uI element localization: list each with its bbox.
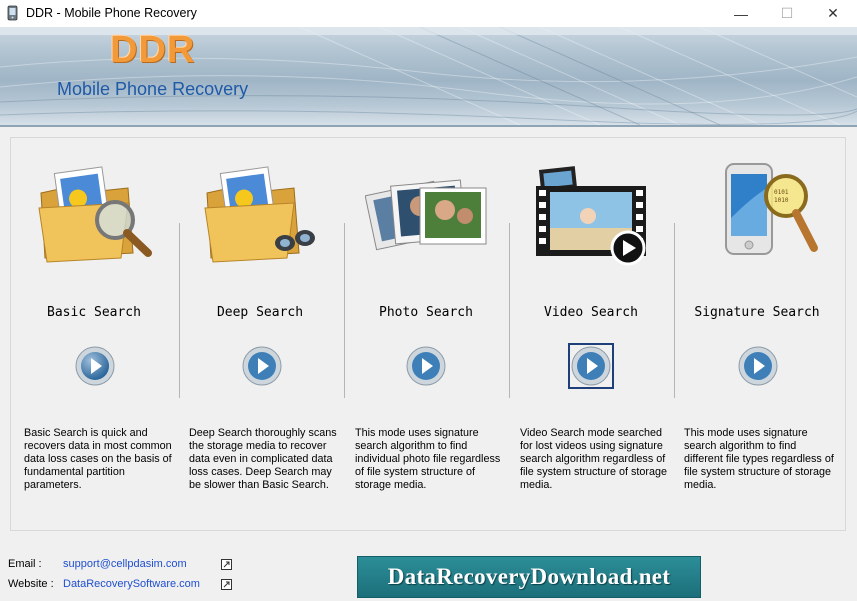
mode-deep-search: Deep Search Deep Search thoroughly scans…	[177, 138, 343, 532]
mode-description: This mode uses signature search algorith…	[684, 427, 834, 491]
mode-photo-search: Photo Search This mode uses signature se…	[343, 138, 509, 532]
minimize-button[interactable]: —	[718, 0, 764, 27]
play-icon	[75, 346, 115, 386]
mode-description: Deep Search thoroughly scans the storage…	[189, 427, 337, 491]
film-strip-icon	[536, 166, 646, 266]
photo-search-play-button[interactable]	[403, 343, 449, 389]
promo-banner[interactable]: DataRecoveryDownload.net	[357, 556, 701, 598]
photos-stack-icon	[365, 179, 487, 251]
external-link-icon[interactable]	[221, 579, 232, 590]
external-link-icon[interactable]	[221, 559, 232, 570]
email-link[interactable]: support@cellpdasim.com	[63, 558, 187, 570]
title-bar: DDR - Mobile Phone Recovery — ☐ ✕	[0, 0, 857, 27]
deep-search-play-button[interactable]	[239, 343, 285, 389]
folder-binoculars-icon	[204, 166, 315, 263]
mode-title: Photo Search	[379, 305, 473, 320]
website-link[interactable]: DataRecoverySoftware.com	[63, 578, 200, 590]
window-title: DDR - Mobile Phone Recovery	[26, 6, 197, 20]
play-icon	[738, 346, 778, 386]
mode-video-search: Video Search Video Search mode searched …	[508, 138, 674, 532]
app-icon	[7, 5, 18, 21]
mode-description: Basic Search is quick and recovers data …	[24, 427, 172, 491]
mode-signature-search: 0101 1010 Signature Search This mode use…	[674, 138, 840, 532]
maximize-icon: ☐	[780, 5, 794, 21]
mode-title: Deep Search	[216, 305, 304, 320]
ddr-logo: DDR	[110, 29, 196, 71]
mode-title: Basic Search	[47, 305, 141, 320]
website-label: Website :	[8, 578, 54, 590]
signature-search-play-button[interactable]	[735, 343, 781, 389]
video-search-play-button[interactable]	[568, 343, 614, 389]
mode-basic-search: Basic Search Basic Search is quick and r…	[11, 138, 177, 532]
phone-magnifier-icon: 0101 1010	[725, 163, 818, 255]
search-mode-panel: Basic Search Basic Search is quick and r…	[10, 137, 846, 531]
maximize-button[interactable]: ☐	[764, 0, 810, 27]
footer: Email : support@cellpdasim.com Website :…	[0, 547, 857, 601]
promo-text: DataRecoveryDownload.net	[387, 564, 671, 589]
main-area: Basic Search Basic Search is quick and r…	[0, 127, 857, 547]
email-label: Email :	[8, 558, 42, 570]
mode-description: This mode uses signature search algorith…	[355, 427, 501, 491]
svg-text:1010: 1010	[774, 197, 789, 204]
play-icon	[571, 346, 611, 386]
play-icon	[242, 346, 282, 386]
mode-title: Video Search	[544, 305, 638, 320]
mode-description: Video Search mode searched for lost vide…	[520, 427, 668, 491]
play-icon	[406, 346, 446, 386]
close-icon: ✕	[827, 5, 839, 21]
product-subtitle: Mobile Phone Recovery	[57, 79, 249, 99]
svg-text:0101: 0101	[774, 189, 789, 196]
header-banner: DDR Mobile Phone Recovery	[0, 27, 857, 125]
mode-title: Signature Search	[694, 305, 820, 320]
basic-search-play-button[interactable]	[72, 343, 118, 389]
close-button[interactable]: ✕	[810, 0, 856, 27]
minimize-icon: —	[734, 5, 748, 22]
folder-magnifier-icon	[38, 166, 152, 263]
